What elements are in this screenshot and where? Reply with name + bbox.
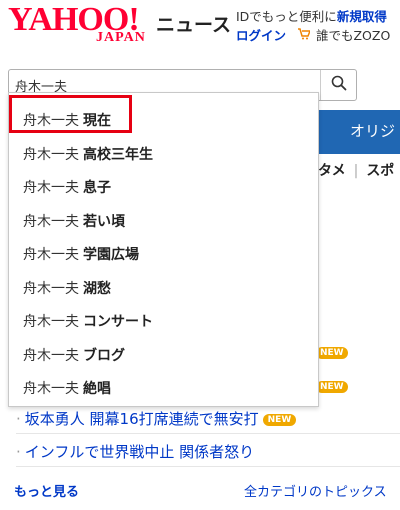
suggestion-base: 舟木一夫 (23, 247, 79, 263)
search-icon (331, 75, 347, 95)
suggestion-item[interactable]: 舟木一夫 湖愁 (9, 271, 318, 303)
news-headline: インフルで世界戦中止 関係者怒り (24, 443, 255, 461)
subnav-entertainment[interactable]: タメ (318, 163, 346, 179)
service-name[interactable]: ニュース (156, 10, 231, 37)
news-item[interactable]: · 坂本勇人 開幕16打席連続で無安打 NEW (16, 408, 297, 429)
bullet-icon: · (16, 410, 21, 428)
subnav-sports[interactable]: スポ (366, 163, 394, 179)
suggestion-suffix: 息子 (83, 180, 111, 196)
suggestion-suffix: コンサート (83, 314, 153, 330)
logo-sub-text: JAPAN (96, 30, 146, 45)
suggestion-base: 舟木一夫 (23, 314, 79, 330)
suggestion-base: 舟木一夫 (23, 348, 79, 364)
divider (16, 433, 400, 434)
nav-tab-label: オリジ (350, 122, 396, 140)
suggestion-item[interactable]: 舟木一夫 高校三年生 (9, 137, 318, 169)
suggestion-base: 舟木一夫 (23, 281, 79, 297)
suggestion-item[interactable]: 舟木一夫 若い頃 (9, 204, 318, 236)
id-message: IDでもっと便利に新規取得 (236, 6, 387, 25)
suggestion-suffix: ブログ (83, 348, 125, 364)
id-message-prefix: IDでもっと便利に (236, 9, 337, 24)
suggestion-dropdown: 舟木一夫 現在 舟木一夫 高校三年生 舟木一夫 息子 舟木一夫 若い頃 舟木一夫 学園広場… (8, 92, 319, 407)
subnav-separator: | (353, 163, 359, 179)
suggestion-base: 舟木一夫 (23, 180, 79, 196)
header-links: ログイン 誰でもZOZO (236, 25, 390, 44)
site-header: YAHOO! JAPAN ニュース IDでもっと便利に新規取得 ログイン 誰でも… (0, 0, 400, 60)
suggestion-item[interactable]: 舟木一夫 学園広場 (9, 237, 318, 269)
news-item[interactable]: · インフルで世界戦中止 関係者怒り (16, 441, 254, 462)
new-badge: NEW (316, 347, 348, 359)
suggestion-suffix: 高校三年生 (83, 147, 153, 163)
yahoo-japan-logo[interactable]: YAHOO! JAPAN (8, 2, 145, 46)
suggestion-suffix: 湖愁 (83, 281, 111, 297)
new-badge: NEW (262, 413, 297, 426)
bullet-icon: · (16, 443, 21, 461)
highlight-box (9, 95, 132, 133)
login-link[interactable]: ログイン (236, 28, 286, 43)
zozo-link[interactable]: 誰でもZOZO (316, 28, 390, 43)
suggestion-item[interactable]: 舟木一夫 息子 (9, 170, 318, 202)
suggestion-suffix: 絶唱 (83, 381, 111, 397)
signup-link[interactable]: 新規取得 (337, 9, 387, 24)
news-headline: 坂本勇人 開幕16打席連続で無安打 (24, 410, 259, 428)
suggestion-base: 舟木一夫 (23, 381, 79, 397)
sub-navigation: タメ | スポ (318, 160, 394, 180)
suggestion-suffix: 若い頃 (83, 214, 125, 230)
suggestion-base: 舟木一夫 (23, 147, 79, 163)
suggestion-item[interactable]: 舟木一夫 絶唱 (9, 371, 318, 403)
suggestion-base: 舟木一夫 (23, 214, 79, 230)
all-categories-link[interactable]: 全カテゴリのトピックス (244, 481, 387, 500)
suggestion-item[interactable]: 舟木一夫 ブログ (9, 338, 318, 370)
search-button[interactable] (320, 70, 356, 100)
suggestion-item[interactable]: 舟木一夫 コンサート (9, 304, 318, 336)
suggestion-suffix: 学園広場 (83, 247, 139, 263)
divider (16, 466, 400, 467)
new-badge: NEW (316, 381, 348, 393)
cart-icon (298, 28, 312, 43)
more-link[interactable]: もっと見る (14, 481, 79, 500)
